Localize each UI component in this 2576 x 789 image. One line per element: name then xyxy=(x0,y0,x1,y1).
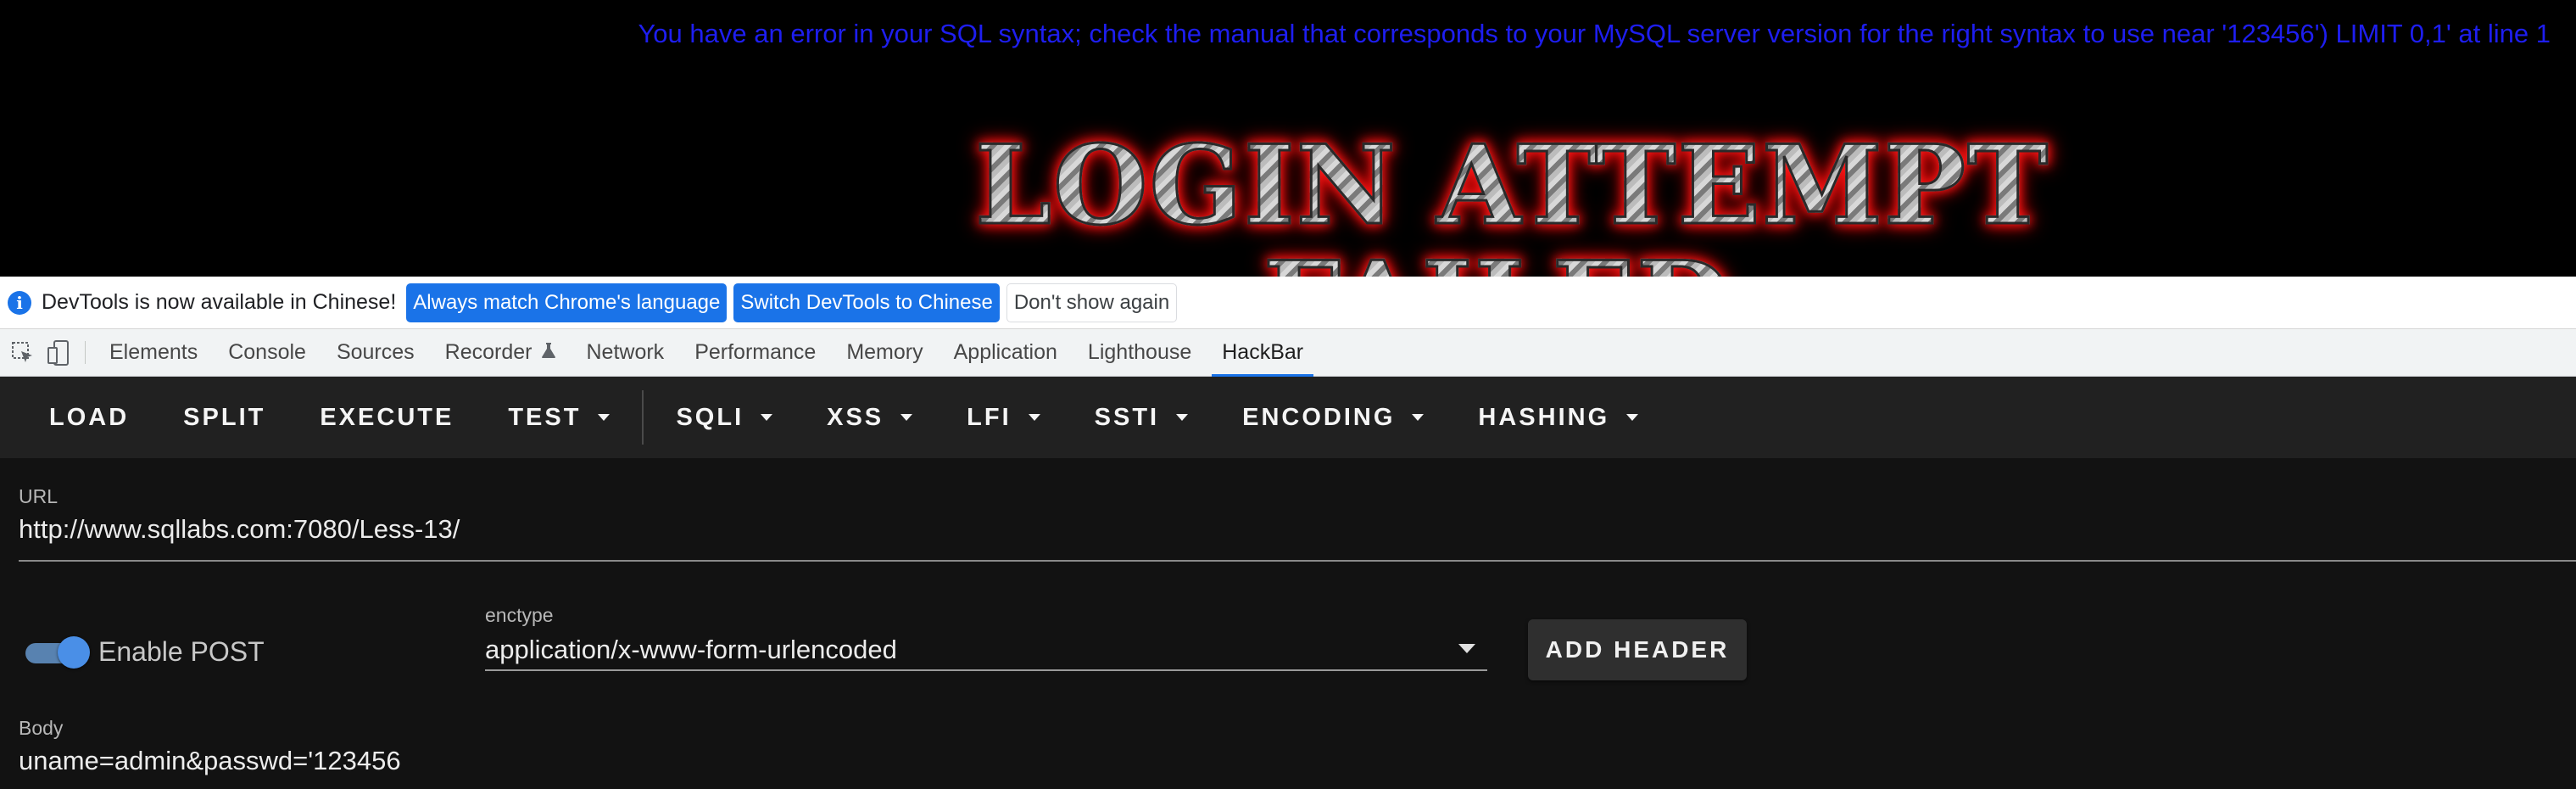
caret-down-icon xyxy=(1028,414,1040,421)
devtools-tab-strip: Elements Console Sources Recorder Networ… xyxy=(0,329,2576,377)
tab-application[interactable]: Application xyxy=(944,329,1068,376)
url-field-label: URL xyxy=(19,485,59,507)
encoding-menu-button[interactable]: ENCODING xyxy=(1215,377,1451,458)
sqli-menu-button[interactable]: SQLI xyxy=(649,377,800,458)
body-input[interactable]: uname=admin&passwd='123456 xyxy=(19,746,401,776)
sqli-label: SQLI xyxy=(676,403,744,431)
load-button[interactable]: LOAD xyxy=(22,377,156,458)
test-label: TEST xyxy=(508,403,582,431)
xss-label: XSS xyxy=(827,403,884,431)
inspect-element-icon[interactable] xyxy=(5,329,41,376)
enctype-label: enctype xyxy=(485,604,554,626)
caret-down-icon xyxy=(1626,414,1639,421)
hackbar-toolbar: LOAD SPLIT EXECUTE TEST SQLI XSS LFI SST… xyxy=(0,377,2576,458)
tab-network[interactable]: Network xyxy=(577,329,675,376)
url-input[interactable]: http://www.sqllabs.com:7080/Less-13/ xyxy=(19,514,460,545)
load-label: LOAD xyxy=(49,403,130,431)
device-toolbar-icon[interactable] xyxy=(41,329,76,376)
body-field-label: Body xyxy=(19,717,64,739)
split-label: SPLIT xyxy=(183,403,266,431)
caret-down-icon xyxy=(761,414,773,421)
execute-button[interactable]: EXECUTE xyxy=(293,377,481,458)
enable-post-toggle[interactable] xyxy=(22,636,90,669)
ssti-menu-button[interactable]: SSTI xyxy=(1068,377,1215,458)
enctype-select[interactable]: application/x-www-form-urlencoded xyxy=(485,635,897,665)
toolbar-divider xyxy=(642,390,644,445)
tab-sources[interactable]: Sources xyxy=(326,329,425,376)
split-button[interactable]: SPLIT xyxy=(156,377,293,458)
caret-down-icon xyxy=(1412,414,1425,421)
hashing-label: HASHING xyxy=(1478,403,1610,431)
login-failed-banner-line2: FAILED xyxy=(1262,247,1732,277)
match-language-button[interactable]: Always match Chrome's language xyxy=(406,283,728,322)
encoding-label: ENCODING xyxy=(1242,403,1396,431)
execute-label: EXECUTE xyxy=(320,403,454,431)
sql-error-message: You have an error in your SQL syntax; ch… xyxy=(638,19,2551,48)
dropdown-arrow-icon[interactable] xyxy=(1458,644,1475,653)
web-page-viewport: You have an error in your SQL syntax; ch… xyxy=(0,0,2576,277)
caret-down-icon xyxy=(1176,414,1189,421)
enable-post-label: Enable POST xyxy=(98,636,265,667)
tab-performance[interactable]: Performance xyxy=(684,329,826,376)
tab-hackbar[interactable]: HackBar xyxy=(1212,329,1314,377)
lfi-label: LFI xyxy=(967,403,1012,431)
caret-down-icon xyxy=(900,414,913,421)
dont-show-again-button[interactable]: Don't show again xyxy=(1006,283,1178,322)
infobar-message: DevTools is now available in Chinese! xyxy=(42,290,397,314)
hackbar-panel xyxy=(0,458,2576,789)
add-header-button[interactable]: ADD HEADER xyxy=(1528,619,1747,680)
caret-down-icon xyxy=(598,414,611,421)
tab-elements[interactable]: Elements xyxy=(99,329,208,376)
flask-icon xyxy=(541,342,556,364)
ssti-label: SSTI xyxy=(1094,403,1160,431)
toggle-knob xyxy=(58,636,90,669)
login-failed-banner: LOGIN ATTEMPT xyxy=(973,122,2050,249)
hashing-menu-button[interactable]: HASHING xyxy=(1451,377,1665,458)
tab-recorder[interactable]: Recorder xyxy=(435,329,566,376)
tab-memory[interactable]: Memory xyxy=(836,329,933,376)
url-input-underline xyxy=(19,560,2576,562)
tab-separator xyxy=(85,341,86,364)
info-icon: i xyxy=(8,290,31,315)
test-menu-button[interactable]: TEST xyxy=(481,377,637,458)
xss-menu-button[interactable]: XSS xyxy=(800,377,940,458)
lfi-menu-button[interactable]: LFI xyxy=(940,377,1068,458)
enctype-select-underline xyxy=(485,669,1487,671)
tab-lighthouse[interactable]: Lighthouse xyxy=(1078,329,1202,376)
devtools-language-infobar: i DevTools is now available in Chinese! … xyxy=(0,277,2576,329)
tab-console[interactable]: Console xyxy=(218,329,316,376)
tab-recorder-label: Recorder xyxy=(444,340,532,364)
switch-to-chinese-button[interactable]: Switch DevTools to Chinese xyxy=(733,283,1000,322)
